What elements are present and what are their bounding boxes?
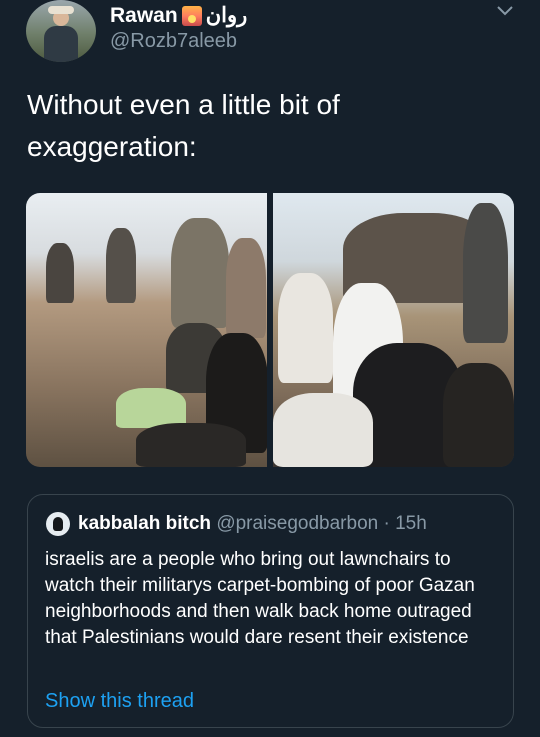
- quoted-tweet[interactable]: kabbalah bitch @praisegodbarbon · 15h is…: [27, 494, 514, 728]
- display-name-arabic[interactable]: روان: [206, 3, 248, 28]
- quoted-user-avatar[interactable]: [46, 512, 70, 536]
- quoted-tweet-text: israelis are a people who bring out lawn…: [45, 549, 475, 648]
- men-on-couch-photo[interactable]: [273, 193, 514, 467]
- tweet-media[interactable]: [26, 193, 514, 467]
- tweet-text: Without even a little bit of exaggeratio…: [27, 89, 340, 162]
- user-avatar[interactable]: [26, 0, 96, 62]
- display-name[interactable]: Rawan: [110, 4, 178, 28]
- user-name-row[interactable]: Rawan روان: [110, 3, 247, 28]
- quoted-tweet-header: kabbalah bitch @praisegodbarbon · 15h: [78, 513, 427, 535]
- user-handle[interactable]: @Rozb7aleeb: [110, 30, 237, 53]
- chevron-down-icon[interactable]: [496, 4, 514, 18]
- sunset-emoji-icon: [181, 5, 202, 26]
- crowd-on-hillside-photo[interactable]: [26, 193, 267, 467]
- quoted-timestamp[interactable]: 15h: [395, 513, 427, 534]
- quoted-display-name[interactable]: kabbalah bitch: [78, 513, 211, 534]
- show-thread-link[interactable]: Show this thread: [45, 690, 194, 713]
- separator-dot: ·: [383, 513, 390, 534]
- quoted-handle[interactable]: @praisegodbarbon: [216, 513, 378, 534]
